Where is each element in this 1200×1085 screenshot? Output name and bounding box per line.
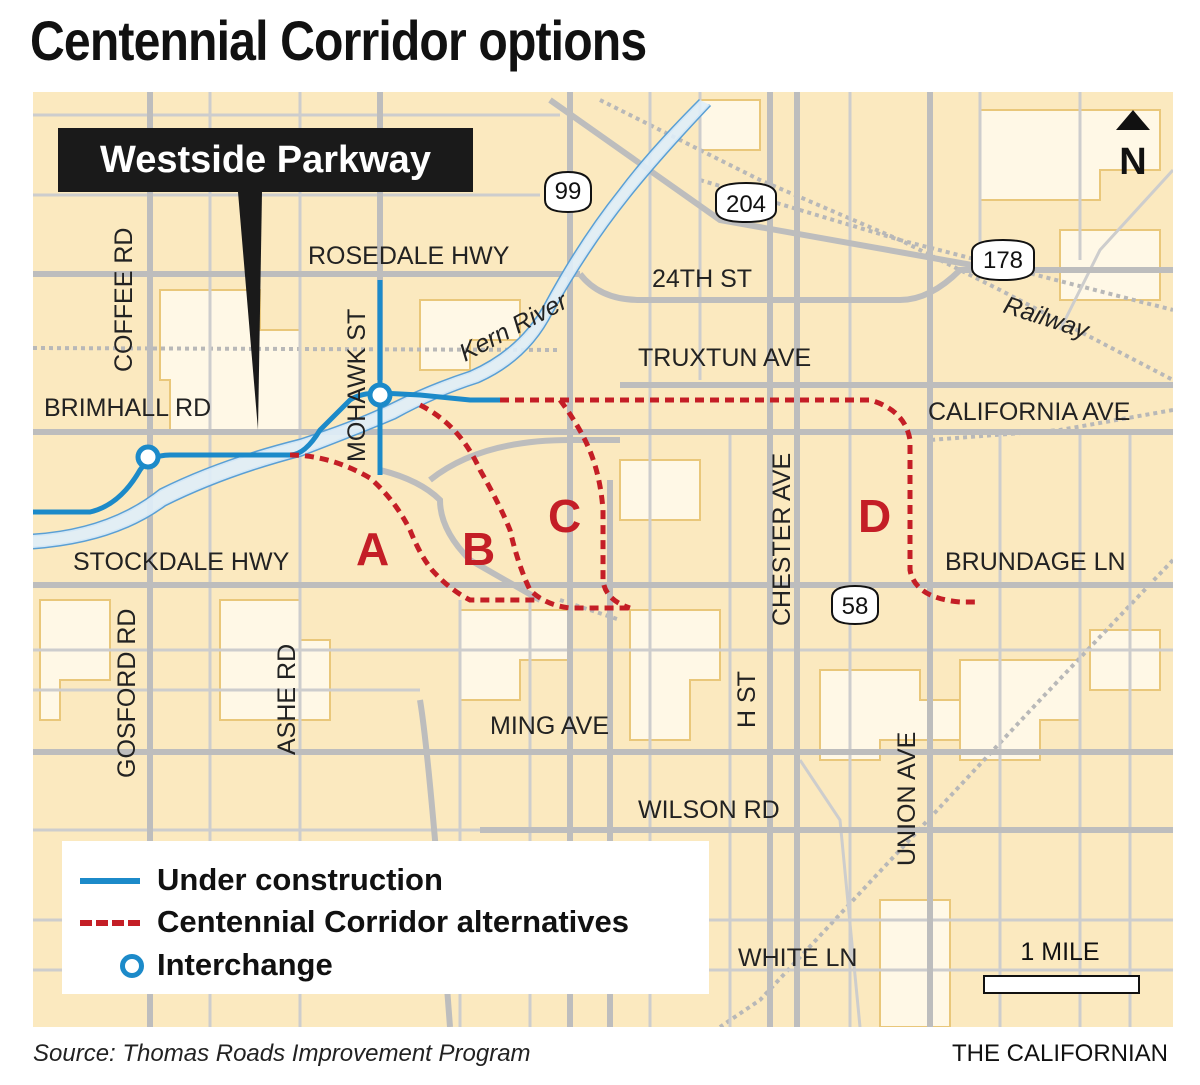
svg-text:58: 58: [842, 593, 869, 620]
alternative-b-route: [418, 402, 630, 611]
interchange-marker: [135, 444, 161, 470]
road-label-brundage: BRUNDAGE LN: [945, 548, 1126, 576]
legend-interchange-icon: [120, 954, 144, 978]
road-label-stockdale: STOCKDALE HWY: [73, 548, 290, 576]
road-label-24th: 24TH ST: [652, 265, 752, 293]
legend-swatch-alternatives: [80, 920, 140, 926]
svg-text:178: 178: [983, 247, 1023, 274]
road-label-mohawk: MOHAWK ST: [343, 309, 371, 462]
legend-item-construction: Under construction: [62, 860, 709, 900]
road-label-gosford: GOSFORD RD: [113, 609, 141, 778]
legend: Under construction Centennial Corridor a…: [62, 841, 709, 994]
credit-line: THE CALIFORNIAN: [951, 1040, 1168, 1067]
alternative-label-b: B: [462, 523, 495, 575]
highway-shield-58: 58: [831, 584, 879, 626]
svg-text:204: 204: [726, 191, 766, 218]
alternative-label-d: D: [858, 490, 891, 542]
scale-bar: 1 MILE: [983, 938, 1140, 994]
svg-text:99: 99: [555, 178, 582, 205]
legend-item-interchange: Interchange: [62, 945, 709, 985]
alternative-label-a: A: [356, 523, 389, 575]
road-label-coffee: COFFEE RD: [110, 228, 138, 372]
road-label-hst: H ST: [733, 671, 761, 728]
legend-label-interchange: Interchange: [157, 947, 333, 982]
legend-item-alternatives: Centennial Corridor alternatives: [62, 902, 709, 942]
north-label: N: [1119, 141, 1146, 183]
highway-shield-178: 178: [971, 238, 1035, 282]
map-title: Centennial Corridor options: [30, 9, 647, 72]
road-label-wilson: WILSON RD: [638, 796, 780, 824]
road-label-chester: CHESTER AVE: [768, 453, 796, 626]
road-label-california: CALIFORNIA AVE: [928, 398, 1130, 426]
source-note: Source: Thomas Roads Improvement Program: [33, 1040, 531, 1067]
westside-parkway-callout: Westside Parkway: [58, 128, 473, 192]
road-label-union: UNION AVE: [893, 732, 921, 866]
scale-label: 1 MILE: [1020, 938, 1099, 966]
interchange-marker: [367, 382, 393, 408]
road-label-truxtun: TRUXTUN AVE: [638, 344, 811, 372]
road-label-rosedale: ROSEDALE HWY: [308, 242, 510, 270]
alternative-label-c: C: [548, 490, 581, 542]
highway-shield-204: 204: [715, 181, 777, 224]
legend-label-construction: Under construction: [157, 862, 443, 897]
road-label-ashe: ASHE RD: [273, 644, 301, 755]
road-label-ming: MING AVE: [490, 712, 609, 740]
legend-label-alternatives: Centennial Corridor alternatives: [157, 904, 630, 939]
legend-swatch-construction: [80, 878, 140, 884]
road-label-brimhall: BRIMHALL RD: [44, 394, 211, 422]
road-label-white: WHITE LN: [738, 944, 857, 972]
highway-shield-99: 99: [544, 170, 592, 214]
scale-bar-box: [983, 975, 1140, 994]
